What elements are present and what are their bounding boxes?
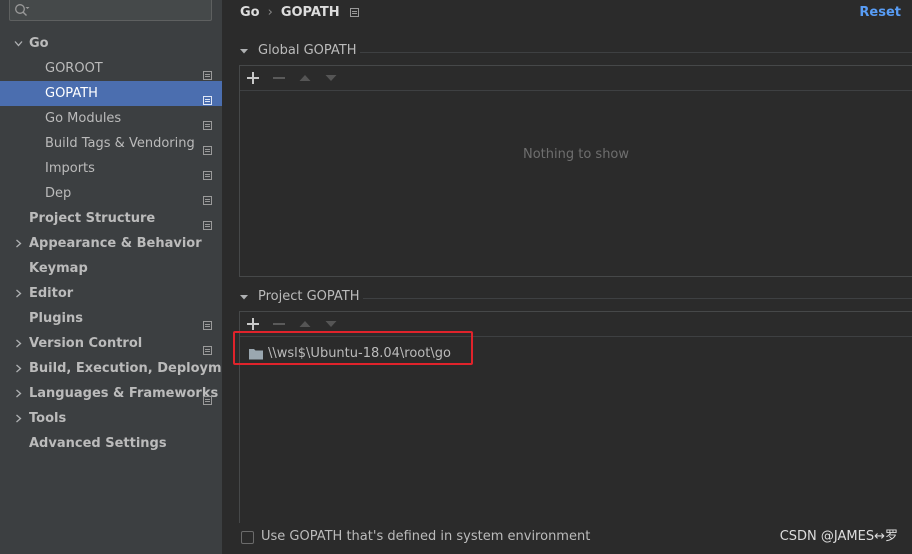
sidebar-item-label: Project Structure: [29, 211, 156, 226]
sidebar-item-editor[interactable]: Editor: [0, 281, 222, 306]
global-gopath-title: Global GOPATH: [258, 43, 357, 58]
global-gopath-header[interactable]: Global GOPATH: [239, 42, 357, 60]
sidebar-item-build-execution-deployment[interactable]: Build, Execution, Deployment: [0, 356, 246, 381]
chevron-right-icon[interactable]: [12, 406, 24, 431]
annotation-highlight-box: [233, 331, 473, 365]
sidebar-item-label: Editor: [29, 286, 74, 301]
arrow-down-icon: [325, 75, 337, 81]
sidebar-item-label: Dep: [45, 186, 72, 201]
project-gopath-header[interactable]: Project GOPATH: [239, 288, 360, 306]
sidebar-item-label: Advanced Settings: [29, 436, 167, 451]
chevron-right-icon[interactable]: [12, 231, 24, 256]
sidebar-item-label: Plugins: [29, 311, 83, 326]
move-down-button[interactable]: [323, 316, 339, 332]
sidebar-item-gopath[interactable]: GOPATH: [0, 81, 222, 106]
breadcrumb-parent[interactable]: Go: [240, 5, 260, 20]
chevron-right-icon[interactable]: [12, 281, 24, 306]
settings-search[interactable]: [9, 0, 212, 21]
chevron-right-icon[interactable]: [12, 331, 24, 356]
settings-sidebar: Go GOROOT GOPATH Go Modules Build Tags & Ven…: [0, 0, 246, 554]
breadcrumb-current: GOPATH: [280, 5, 340, 20]
add-button[interactable]: [245, 316, 261, 332]
breadcrumb: Go › GOPATH: [240, 4, 359, 22]
sidebar-item-imports[interactable]: Imports: [0, 156, 222, 181]
sidebar-item-label: Appearance & Behavior: [29, 236, 202, 251]
watermark-text: CSDN @JAMES↔罗: [779, 529, 898, 544]
chevron-right-icon[interactable]: [12, 356, 24, 381]
sidebar-item-label: Build, Execution, Deployment: [29, 361, 246, 376]
settings-tree: Go GOROOT GOPATH Go Modules Build Tags & Ven…: [0, 31, 246, 456]
project-settings-icon: [203, 139, 212, 155]
sidebar-item-languages-frameworks[interactable]: Languages & Frameworks: [0, 381, 222, 406]
project-settings-icon: [349, 8, 359, 17]
arrow-down-icon: [325, 321, 337, 327]
sidebar-item-project-structure[interactable]: Project Structure: [0, 206, 222, 231]
chevron-right-icon[interactable]: [12, 381, 24, 406]
project-settings-icon: [203, 214, 212, 230]
arrow-up-icon: [299, 75, 311, 81]
sidebar-item-label: Go: [29, 36, 49, 51]
sidebar-item-advanced-settings[interactable]: Advanced Settings: [0, 431, 222, 456]
reset-link[interactable]: Reset: [859, 4, 901, 22]
sidebar-item-label: Go Modules: [45, 111, 122, 126]
global-gopath-toolbar: [240, 66, 912, 91]
use-system-gopath-label: Use GOPATH that's defined in system envi…: [261, 529, 591, 544]
minus-icon: [273, 323, 285, 325]
sidebar-item-label: Languages & Frameworks: [29, 386, 219, 401]
project-settings-icon: [203, 339, 212, 355]
collapse-triangle-icon: [240, 49, 248, 54]
sidebar-item-go-modules[interactable]: Go Modules: [0, 106, 222, 131]
project-settings-icon: [203, 64, 212, 80]
project-settings-icon: [203, 389, 212, 405]
sidebar-item-label: Keymap: [29, 261, 88, 276]
arrow-up-icon: [299, 321, 311, 327]
sidebar-item-label: Imports: [45, 161, 95, 176]
sidebar-item-label: Tools: [29, 411, 67, 426]
collapse-triangle-icon: [240, 295, 248, 300]
empty-list-text: Nothing to show: [522, 147, 630, 162]
project-settings-icon: [203, 189, 212, 205]
project-settings-icon: [203, 114, 212, 130]
move-up-button[interactable]: [297, 70, 313, 86]
sidebar-item-label: GOPATH: [45, 86, 98, 101]
sidebar-item-keymap[interactable]: Keymap: [0, 256, 222, 281]
sidebar-item-version-control[interactable]: Version Control: [0, 331, 222, 356]
move-down-button[interactable]: [323, 70, 339, 86]
project-settings-icon: [203, 89, 212, 105]
search-icon: [15, 4, 30, 16]
sidebar-item-dep[interactable]: Dep: [0, 181, 222, 206]
sidebar-item-appearance-behavior[interactable]: Appearance & Behavior: [0, 231, 222, 256]
move-up-button[interactable]: [297, 316, 313, 332]
sidebar-item-go[interactable]: Go: [0, 31, 222, 56]
sidebar-item-label: Build Tags & Vendoring: [45, 136, 195, 151]
sidebar-item-label: GOROOT: [45, 61, 103, 76]
section-divider: [360, 52, 912, 53]
sidebar-item-plugins[interactable]: Plugins: [0, 306, 222, 331]
project-settings-icon: [203, 164, 212, 180]
breadcrumb-separator: ›: [267, 5, 273, 20]
search-input[interactable]: [34, 1, 206, 18]
sidebar-item-label: Version Control: [29, 336, 143, 351]
project-gopath-title: Project GOPATH: [258, 289, 360, 304]
remove-button[interactable]: [271, 70, 287, 86]
project-settings-icon: [203, 314, 212, 330]
minus-icon: [273, 77, 285, 79]
plus-icon: [247, 318, 259, 330]
settings-content: Go › GOPATH Reset Global GOPATH Nothing to…: [222, 0, 912, 554]
plus-icon: [247, 72, 259, 84]
chevron-down-icon[interactable]: [12, 31, 24, 56]
section-divider: [363, 298, 912, 299]
sidebar-item-tools[interactable]: Tools: [0, 406, 222, 431]
sidebar-item-goroot[interactable]: GOROOT: [0, 56, 222, 81]
checkbox-box[interactable]: [241, 530, 254, 544]
add-button[interactable]: [245, 70, 261, 86]
global-gopath-panel: Nothing to show: [239, 65, 912, 277]
use-system-gopath-checkbox[interactable]: Use GOPATH that's defined in system envi…: [241, 527, 590, 547]
sidebar-item-build-tags-vendoring[interactable]: Build Tags & Vendoring: [0, 131, 222, 156]
remove-button[interactable]: [271, 316, 287, 332]
